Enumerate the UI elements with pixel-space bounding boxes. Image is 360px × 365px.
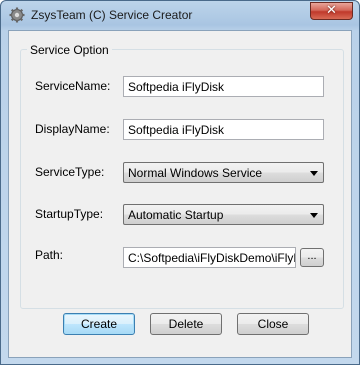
create-button[interactable]: Create [63, 313, 135, 335]
service-type-dropdown[interactable]: Normal Windows Service [123, 162, 324, 183]
path-input[interactable]: C:\Softpedia\iFlyDiskDemo\iFlyDisk [123, 247, 296, 268]
startup-type-label: StartupType: [35, 207, 104, 221]
service-name-label: ServiceName: [35, 79, 111, 93]
startup-type-value: Automatic Startup [128, 208, 224, 222]
startup-type-dropdown[interactable]: Automatic Startup [123, 204, 324, 225]
title-bar[interactable]: ZsysTeam (C) Service Creator ✕ [1, 1, 359, 29]
chevron-down-icon [310, 213, 318, 218]
service-type-value: Normal Windows Service [128, 166, 263, 180]
group-title: Service Option [27, 43, 112, 57]
browse-button[interactable]: ... [300, 248, 324, 267]
chevron-down-icon [310, 171, 318, 176]
dialog-body: Service Option ServiceName: Softpedia iF… [8, 30, 352, 358]
app-window: ZsysTeam (C) Service Creator ✕ Service O… [0, 0, 360, 365]
close-icon: ✕ [326, 2, 337, 17]
path-label: Path: [35, 248, 64, 262]
service-type-label: ServiceType: [35, 165, 105, 179]
close-window-button[interactable]: ✕ [310, 2, 353, 20]
delete-button[interactable]: Delete [150, 313, 222, 335]
display-name-input[interactable]: Softpedia iFlyDisk [123, 119, 324, 140]
display-name-label: DisplayName: [35, 122, 110, 136]
window-title: ZsysTeam (C) Service Creator [31, 8, 193, 22]
close-button[interactable]: Close [237, 313, 309, 335]
service-name-input[interactable]: Softpedia iFlyDisk [123, 76, 324, 97]
gear-icon [9, 7, 25, 23]
